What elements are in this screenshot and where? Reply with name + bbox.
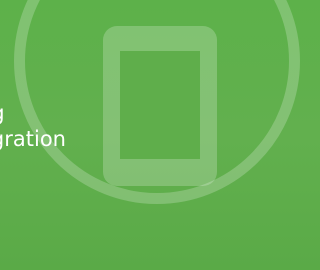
phone-screen-graphic: [120, 51, 200, 159]
headline-line-2: egration: [0, 127, 66, 152]
hero-banner: ng egration: [0, 0, 320, 270]
banner-headline: ng egration: [0, 100, 66, 153]
headline-line-1: ng: [0, 100, 66, 126]
